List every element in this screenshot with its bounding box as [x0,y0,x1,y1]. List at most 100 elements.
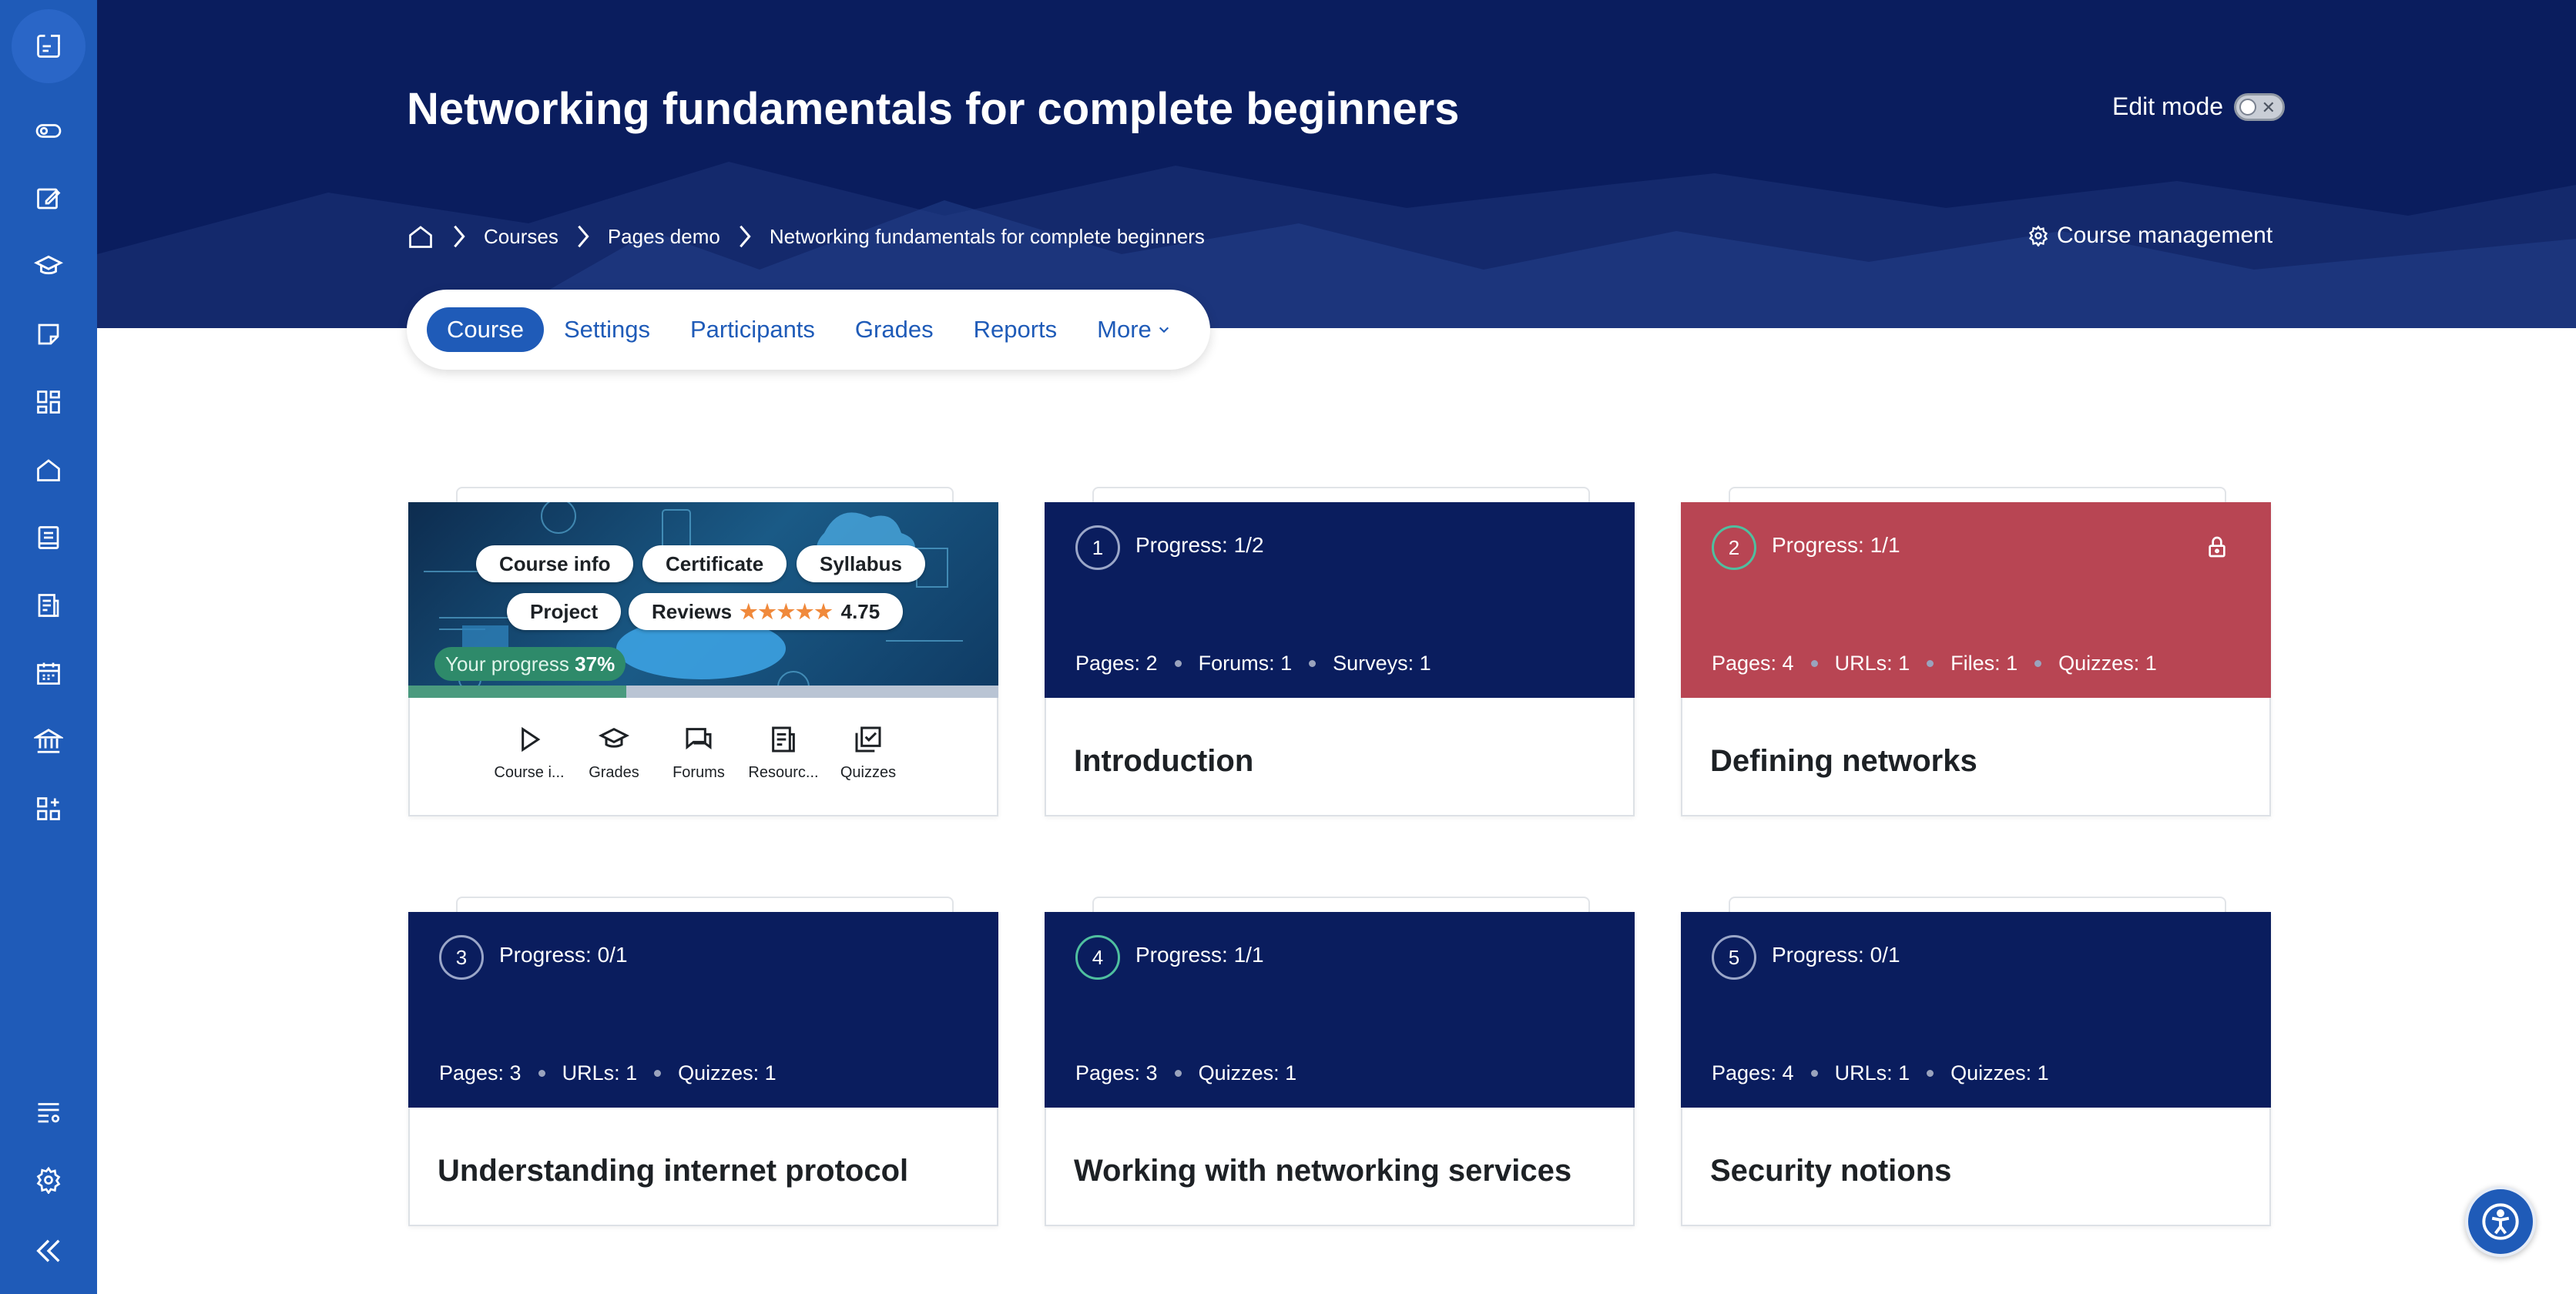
breadcrumb: Courses Pages demo Networking fundamenta… [407,223,1205,250]
section-stats: Pages: 4 URLs: 1 Files: 1 Quizzes: 1 [1712,652,2157,675]
accessibility-icon [2480,1202,2521,1242]
home-icon[interactable] [407,223,434,250]
section-stats: Pages: 2 Forums: 1 Surveys: 1 [1075,652,1431,675]
section-title[interactable]: Security notions [1710,1154,1951,1188]
calendar-icon[interactable] [12,636,86,710]
course-header: Networking fundamentals for complete beg… [97,0,2576,328]
quick-link-label: Grades [589,764,639,781]
quiz-icon [855,726,881,753]
tab-grades[interactable]: Grades [835,307,954,352]
section-banner: 5 Progress: 0/1 Pages: 4 URLs: 1 Quizzes… [1681,912,2271,1108]
stat-quizzes: Quizzes: 1 [2058,652,2157,675]
syllabus-button[interactable]: Syllabus [797,545,925,582]
section-banner: 1 Progress: 1/2 Pages: 2 Forums: 1 Surve… [1045,502,1635,698]
certificate-button[interactable]: Certificate [642,545,787,582]
quick-link-label: Quizzes [840,764,897,781]
section-title[interactable]: Introduction [1074,744,1253,779]
course-info-banner: Course info Certificate Syllabus Project… [408,502,998,698]
gear-icon[interactable] [12,1143,86,1217]
section-banner: 4 Progress: 1/1 Pages: 3 Quizzes: 1 [1045,912,1635,1108]
section-number: 5 [1712,935,1756,980]
breadcrumb-pages-demo[interactable]: Pages demo [608,225,720,249]
quick-link-label: Resourc... [748,764,819,781]
quick-link-forums[interactable]: Forums [656,724,741,782]
course-management-link[interactable]: Course management [2028,223,2272,249]
institution-icon[interactable] [12,704,86,778]
progress-badge: Your progress 37% [434,647,626,681]
section-number: 4 [1075,935,1120,980]
note-icon[interactable] [12,297,86,371]
tab-more-label: More [1097,316,1152,343]
edit-mode-switch[interactable]: ✕ [2234,92,2286,121]
mountain-background [97,162,2576,328]
quick-link-resources[interactable]: Resourc... [741,724,826,782]
section-card[interactable]: 5 Progress: 0/1 Pages: 4 URLs: 1 Quizzes… [1681,897,2271,1226]
section-progress: Progress: 1/2 [1135,533,1264,557]
section-banner: 2 Progress: 1/1 Pages: 4 URLs: 1 Files: … [1681,502,2271,698]
stat-forums: Forums: 1 [1198,652,1293,675]
stat-quizzes: Quizzes: 1 [1198,1061,1297,1084]
graduation-cap-icon[interactable] [12,230,86,303]
section-card[interactable]: 1 Progress: 1/2 Pages: 2 Forums: 1 Surve… [1045,487,1635,816]
stat-surveys: Surveys: 1 [1333,652,1431,675]
add-block-icon[interactable] [12,772,86,846]
edit-mode-toggle[interactable]: Edit mode ✕ [2112,92,2286,121]
section-banner: 3 Progress: 0/1 Pages: 3 URLs: 1 Quizzes… [408,912,998,1108]
progress-label: Your progress [445,652,569,675]
quick-link-grades[interactable]: Grades [572,724,656,782]
section-title[interactable]: Defining networks [1710,744,1977,779]
section-card[interactable]: 2 Progress: 1/1 Pages: 4 URLs: 1 Files: … [1681,487,2271,816]
collapse-panel-icon[interactable] [12,9,86,83]
section-card[interactable]: 3 Progress: 0/1 Pages: 3 URLs: 1 Quizzes… [408,897,998,1226]
reviews-label: Reviews [652,600,733,623]
settings-list-icon[interactable] [12,1075,86,1149]
lock-icon [2205,535,2229,559]
stat-quizzes: Quizzes: 1 [1950,1061,2049,1084]
section-title[interactable]: Working with networking services [1074,1154,1571,1188]
page-title: Networking fundamentals for complete beg… [407,84,1460,134]
chevron-right-icon [737,223,753,250]
double-chevron-left-icon[interactable] [12,1214,86,1288]
forum-icon [686,728,712,750]
book-icon[interactable] [12,501,86,575]
toggle-icon[interactable] [12,94,86,168]
breadcrumb-courses[interactable]: Courses [484,225,558,249]
quick-link-course-index[interactable]: Course i... [487,724,572,782]
project-button[interactable]: Project [507,593,622,630]
stat-urls: URLs: 1 [562,1061,638,1084]
section-number: 2 [1712,525,1756,570]
play-icon [522,726,541,753]
quick-link-quizzes[interactable]: Quizzes [826,724,911,782]
section-title[interactable]: Understanding internet protocol [438,1154,908,1188]
tab-course[interactable]: Course [427,307,544,352]
stat-quizzes: Quizzes: 1 [678,1061,776,1084]
tab-reports[interactable]: Reports [954,307,1078,352]
tab-participants[interactable]: Participants [670,307,835,352]
course-info-card: Course info Certificate Syllabus Project… [408,487,998,816]
reviews-button[interactable]: Reviews ★★★★★ 4.75 [629,593,904,630]
accessibility-button[interactable] [2465,1186,2536,1257]
progress-value: 37% [575,652,615,675]
dashboard-icon[interactable] [12,365,86,439]
course-progress-bar [408,686,998,698]
report-icon[interactable] [12,568,86,642]
rating-stars: ★★★★★ [740,600,834,623]
breadcrumb-current[interactable]: Networking fundamentals for complete beg… [770,225,1205,249]
section-progress: Progress: 0/1 [1772,943,1900,967]
edit-mode-label: Edit mode [2112,92,2224,120]
stat-pages: Pages: 3 [439,1061,522,1084]
home-icon[interactable] [12,433,86,507]
resources-icon [772,726,795,753]
section-card[interactable]: 4 Progress: 1/1 Pages: 3 Quizzes: 1 Work… [1045,897,1635,1226]
chevron-right-icon [451,223,467,250]
quick-link-label: Course i... [494,764,565,781]
edit-icon[interactable] [12,162,86,236]
course-management-label: Course management [2057,223,2273,248]
sidebar [0,0,97,1294]
tab-settings[interactable]: Settings [544,307,670,352]
course-tabs: Course Settings Participants Grades Repo… [407,290,1210,370]
stat-pages: Pages: 3 [1075,1061,1158,1084]
course-quick-links: Course i... Grades Forums Resourc... Qui… [487,724,911,782]
course-info-button[interactable]: Course info [476,545,634,582]
tab-more[interactable]: More [1077,307,1190,352]
